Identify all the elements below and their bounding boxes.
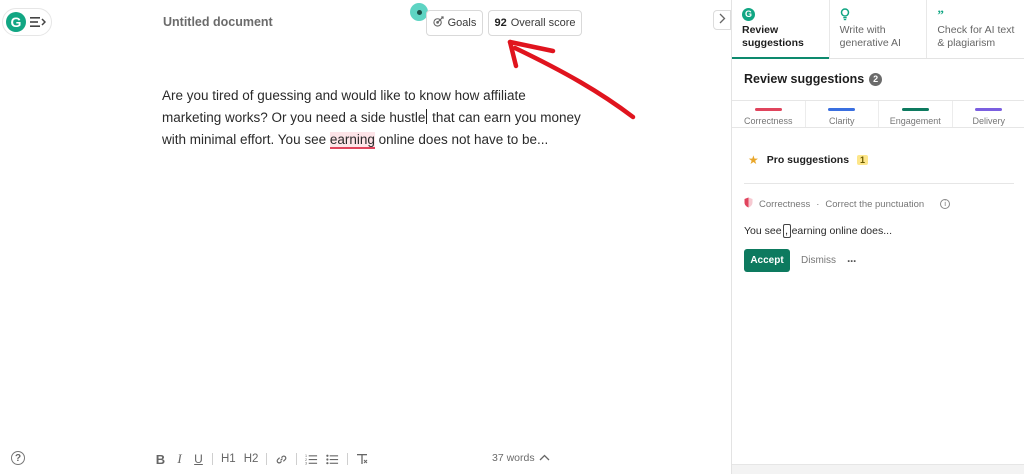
category-bar [828,108,856,111]
numbered-list-icon[interactable]: 123 [305,453,318,465]
category-correctness[interactable]: Correctness [732,101,805,127]
category-delivery[interactable]: Delivery [951,101,1024,127]
word-count: 37 words [492,452,535,464]
svg-text:3: 3 [305,462,307,465]
suggestion-preview: You see , earning online does... [744,224,892,238]
heading2-button[interactable]: H2 [244,453,259,465]
suggestion-card-header[interactable]: Correctness · Correct the punctuation i [744,197,951,211]
menu-lines-icon [30,16,46,28]
suggestion-count-badge: 2 [869,72,883,86]
info-icon[interactable]: i [940,199,951,209]
category-clarity[interactable]: Clarity [804,101,879,127]
quote-icon: ” [937,6,944,22]
star-icon: ★ [748,153,759,167]
section-title: Review suggestions 2 [744,72,883,86]
tab-label: Check for AI text & plagiarism [937,24,1015,49]
category-bar [975,108,1003,111]
score-value: 92 [494,17,507,29]
link-icon[interactable] [275,453,288,466]
card-category: Correctness [759,198,811,210]
category-bar [901,108,929,111]
shield-icon [744,197,753,211]
target-icon [432,16,444,30]
formatting-toolbar: B I U H1 H2 123 [155,450,368,468]
card-separator: · [816,198,820,210]
bullet-list-icon[interactable] [326,453,339,465]
highlighted-word[interactable]: earning [329,132,375,149]
pro-label: Pro suggestions [766,154,850,166]
grammarly-g-icon: G [742,6,823,22]
tab-label: Review suggestions [742,24,804,49]
toolbar-divider [266,453,268,465]
goals-label: Goals [447,17,477,29]
underline-button[interactable]: U [193,452,204,466]
tab-generative-ai[interactable]: Write with generative AI [828,0,927,58]
toolbar-divider [212,453,213,465]
panel-footer [732,464,1024,474]
clear-formatting-icon[interactable] [356,453,368,465]
toolbar-divider [347,453,349,465]
chevron-right-icon [719,11,726,29]
toolbar-divider [296,453,298,465]
goals-button[interactable]: Goals [426,10,483,36]
tab-review-suggestions[interactable]: G Review suggestions [732,0,829,59]
tab-label: Write with generative AI [839,24,901,49]
panel-tabs: G Review suggestions Write with generati… [732,0,1024,59]
collapse-panel-button[interactable] [713,10,731,30]
card-description: Correct the punctuation [825,198,925,210]
document-body[interactable]: Are you tired of guessing and would like… [162,85,582,151]
app-menu-button[interactable]: G [2,8,52,36]
score-label: Overall score [510,17,576,29]
word-count-toggle[interactable]: 37 words [492,452,550,464]
suggestions-panel: G Review suggestions Write with generati… [731,0,1024,474]
category-bar [754,108,782,111]
document-title[interactable]: Untitled document [163,15,273,29]
bold-button[interactable]: B [155,452,166,467]
tab-ai-plagiarism[interactable]: ” Check for AI text & plagiarism [926,0,1024,58]
divider [744,183,1014,184]
inserted-comma: , [782,224,791,238]
grammarly-logo-icon: G [6,12,26,32]
dismiss-button[interactable]: Dismiss [801,255,836,266]
suggestion-actions: Accept Dismiss ··· [744,249,857,272]
chevron-up-icon [539,452,550,464]
help-icon[interactable]: ? [11,451,25,465]
heading1-button[interactable]: H1 [221,453,236,465]
overall-score-button[interactable]: 92 Overall score [488,10,582,36]
pro-suggestions-row[interactable]: ★ Pro suggestions 1 [748,153,869,167]
pro-count-badge: 1 [857,155,869,165]
accept-button[interactable]: Accept [744,249,790,272]
category-engagement[interactable]: Engagement [878,101,952,127]
body-text-3: online does not have to be... [374,132,549,147]
bulb-icon [840,6,921,22]
grammarly-editor: G Untitled document Goals 92 Overall sco… [0,0,1024,474]
italic-button[interactable]: I [174,451,185,467]
more-options-icon[interactable]: ··· [847,254,857,268]
category-tabs: Correctness Clarity Engagement Delivery [732,100,1024,128]
